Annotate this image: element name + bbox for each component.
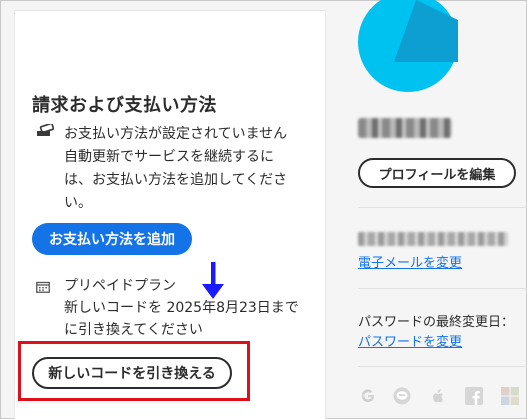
line-icon[interactable] [392,386,412,406]
avatar [358,0,458,92]
password-last-changed-label: パスワードの最終変更日： [358,315,515,330]
change-password-link[interactable]: パスワードを変更 [358,331,462,350]
prepaid-line: プリペイドプラン [64,278,176,294]
add-payment-method-button[interactable]: お支払い方法を追加 [32,223,192,255]
divider [358,288,527,289]
microsoft-icon[interactable] [500,386,520,406]
notice-line: お支払い方法が設定されていません [64,126,288,142]
billing-title: 請求および支払い方法 [32,95,217,116]
change-email-link[interactable]: 電子メールを変更 [358,252,462,271]
facebook-icon[interactable] [464,386,484,406]
prepaid-line: 新しいコードを 2025年8月23日まで [64,300,299,316]
prepaid-plan-info: プリペイドプラン 新しいコードを 2025年8月23日まで に引き換えてください [64,275,314,341]
email-redacted [358,232,508,246]
prepaid-line: に引き換えてください [64,322,203,338]
redeem-new-code-button[interactable]: 新しいコードを引き換える [32,357,232,389]
credit-card-icon [37,124,54,136]
calendar-icon [36,281,50,293]
google-icon[interactable] [358,386,378,406]
user-name-redacted [358,118,452,138]
payment-notice: お支払い方法が設定されていません 自動更新でサービスを継続するに は、お支払い方… [64,123,304,215]
apple-icon[interactable] [428,386,448,406]
divider [358,207,527,208]
notice-line: は、お支払い方法を追加してくださ [64,172,288,188]
edit-profile-button[interactable]: プロフィールを編集 [358,158,516,188]
annotation-arrow-down-icon [202,262,224,299]
notice-line: 自動更新でサービスを継続するに [64,149,274,165]
divider [358,366,527,367]
notice-line: い。 [64,195,92,211]
